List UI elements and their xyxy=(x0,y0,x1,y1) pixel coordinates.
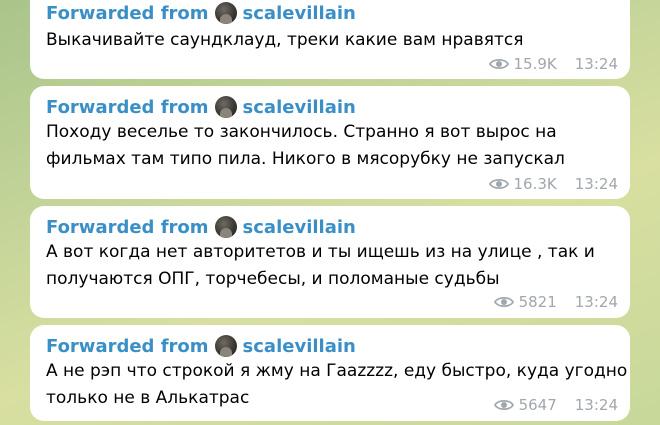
avatar[interactable] xyxy=(214,96,237,118)
message-meta: 15.9K 13:24 xyxy=(488,54,618,74)
forwarded-prefix: Forwarded from xyxy=(46,2,209,24)
forwarded-author[interactable]: scalevillain xyxy=(243,336,356,357)
message-line: Выкачивайте саундклауд, треки какие вам … xyxy=(46,30,524,50)
forwarded-prefix: Forwarded from xyxy=(46,216,209,238)
forwarded-header[interactable]: Forwarded from scalevillain xyxy=(46,334,356,358)
avatar[interactable] xyxy=(214,216,237,238)
message-meta: 16.3K 13:24 xyxy=(488,174,618,194)
message-text: Выкачивайте саундклауд, треки какие вам … xyxy=(46,27,614,54)
message-meta: 5647 13:24 xyxy=(493,395,618,415)
message-feed: Forwarded from scalevillain Выкачивайте … xyxy=(0,0,660,425)
forwarded-prefix: Forwarded from xyxy=(46,335,209,357)
message-bubble[interactable]: Forwarded from scalevillain А не рэп что… xyxy=(30,325,630,421)
view-count: 16.3K xyxy=(513,175,557,193)
eye-icon xyxy=(488,178,509,190)
forwarded-author[interactable]: scalevillain xyxy=(243,3,356,24)
message-time: 13:24 xyxy=(574,396,618,414)
message-line: получаются ОПГ, торчебесы, и поломаные с… xyxy=(46,269,500,289)
forwarded-prefix: Forwarded from xyxy=(46,96,209,118)
message-text: А вот когда нет авторитетов и ты ищешь и… xyxy=(46,239,614,293)
eye-icon xyxy=(493,399,514,411)
eye-icon xyxy=(493,296,514,308)
message-line: А не рэп что строкой я жму на Гааzzzz, е… xyxy=(46,361,628,381)
message-text: Походу веселье то закончилось. Странно я… xyxy=(46,119,614,173)
avatar[interactable] xyxy=(214,2,237,24)
message-bubble[interactable]: Forwarded from scalevillain Выкачивайте … xyxy=(30,0,630,79)
forwarded-header[interactable]: Forwarded from scalevillain xyxy=(46,1,356,25)
message-time: 13:24 xyxy=(574,175,618,193)
forwarded-header[interactable]: Forwarded from scalevillain xyxy=(46,95,356,119)
view-count: 5647 xyxy=(518,396,557,414)
avatar[interactable] xyxy=(214,335,237,357)
forwarded-author[interactable]: scalevillain xyxy=(243,97,356,118)
eye-icon xyxy=(488,58,509,70)
message-bubble[interactable]: Forwarded from scalevillain Походу весел… xyxy=(30,86,630,199)
view-count: 15.9K xyxy=(513,55,557,73)
message-line: А вот когда нет авторитетов и ты ищешь и… xyxy=(46,242,595,262)
view-count: 5821 xyxy=(518,293,557,311)
message-time: 13:24 xyxy=(574,293,618,311)
message-time: 13:24 xyxy=(574,55,618,73)
forwarded-author[interactable]: scalevillain xyxy=(243,217,356,238)
message-bubble[interactable]: Forwarded from scalevillain А вот когда … xyxy=(30,206,630,318)
message-line: Походу веселье то закончилось. Странно я… xyxy=(46,122,557,142)
message-line: фильмах там типо пила. Никого в мясорубк… xyxy=(46,149,565,169)
message-meta: 5821 13:24 xyxy=(493,292,618,312)
forwarded-header[interactable]: Forwarded from scalevillain xyxy=(46,215,356,239)
